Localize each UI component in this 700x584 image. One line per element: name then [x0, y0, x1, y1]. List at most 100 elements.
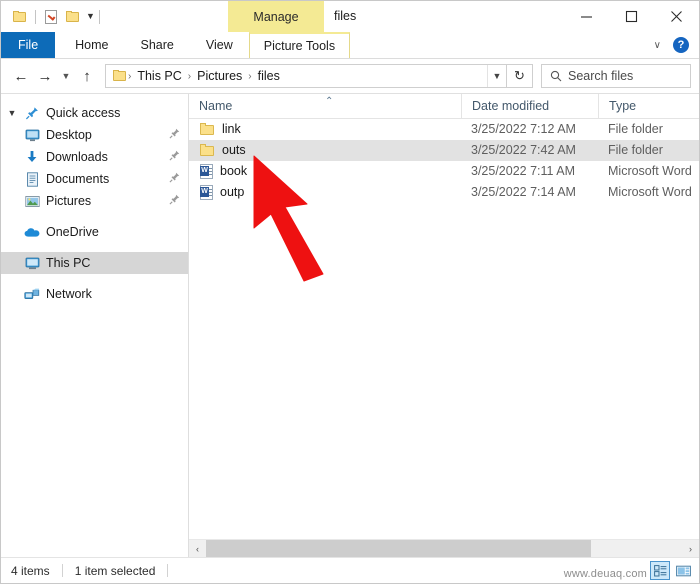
pin-icon-pictures[interactable] — [169, 194, 180, 208]
back-button[interactable]: ← — [9, 64, 33, 88]
file-date-cell: 3/25/2022 7:12 AM — [471, 122, 576, 136]
minimize-button[interactable] — [564, 1, 609, 32]
tab-home[interactable]: Home — [59, 32, 124, 58]
scroll-right-button[interactable]: › — [682, 540, 699, 557]
address-dropdown-button[interactable]: ▼ — [487, 65, 506, 87]
up-button[interactable]: ↑ — [75, 64, 99, 88]
explorer-body: ▼ Quick access Desktop Downloads Documen… — [1, 93, 699, 557]
quick-access-toolbar: ▼ — [1, 1, 104, 32]
downloads-icon — [23, 150, 41, 164]
title-bar: ▼ Manage files — [1, 1, 699, 32]
pictures-icon — [23, 195, 41, 208]
word-document-icon: W — [200, 185, 213, 200]
navigation-pane: ▼ Quick access Desktop Downloads Documen… — [1, 94, 189, 557]
tab-file[interactable]: File — [1, 32, 56, 58]
chevron-down-icon-ribbon[interactable]: ∨ — [648, 40, 667, 51]
properties-icon[interactable] — [40, 6, 62, 28]
sort-ascending-icon: ⌃ — [325, 96, 334, 107]
sidebar-item-pictures[interactable]: Pictures — [1, 190, 188, 212]
tab-file-label: File — [18, 38, 39, 52]
this-pc-icon — [23, 257, 41, 270]
sidebar-item-label-pictures: Pictures — [46, 194, 92, 208]
column-headers: Name ⌃ Date modified Type — [189, 94, 699, 119]
scrollbar-track[interactable] — [206, 540, 682, 557]
tab-picture-tools-label: Picture Tools — [263, 39, 336, 53]
table-row[interactable]: W outp 3/25/2022 7:14 AM Microsoft Word — [189, 182, 699, 203]
folder-icon — [200, 144, 215, 157]
column-header-date-modified[interactable]: Date modified — [461, 94, 598, 118]
sidebar-item-label-downloads: Downloads — [46, 150, 108, 164]
search-input[interactable]: Search files — [541, 64, 691, 88]
folder-icon — [200, 123, 215, 136]
sidebar-item-desktop[interactable]: Desktop — [1, 124, 188, 146]
file-list-pane: Name ⌃ Date modified Type link 3/25/2022… — [189, 94, 699, 557]
sidebar-item-downloads[interactable]: Downloads — [1, 146, 188, 168]
view-mode-buttons — [650, 561, 693, 580]
scroll-left-button[interactable]: ‹ — [189, 540, 206, 557]
status-divider-1 — [61, 564, 63, 577]
file-rows: link 3/25/2022 7:12 AM File folder outs … — [189, 119, 699, 539]
breadcrumb-item-files[interactable]: files — [253, 69, 285, 83]
address-bar: ← → ▼ ↑ › This PC › Pictures › files ▼ ↻… — [1, 59, 699, 93]
sidebar-item-this-pc[interactable]: This PC — [1, 252, 188, 274]
table-row[interactable]: W book 3/25/2022 7:11 AM Microsoft Word — [189, 161, 699, 182]
sidebar-item-label-desktop: Desktop — [46, 128, 92, 142]
details-view-button[interactable] — [650, 561, 670, 580]
file-name-label: link — [222, 122, 241, 136]
sidebar-item-network[interactable]: Network — [1, 283, 188, 305]
status-bar: 4 items 1 item selected www.deuaq.com — [1, 557, 699, 583]
file-name-cell: link — [189, 119, 461, 140]
sidebar-item-documents[interactable]: Documents — [1, 168, 188, 190]
breadcrumb-item-pictures[interactable]: Pictures — [192, 69, 247, 83]
status-divider-2 — [167, 564, 169, 577]
file-date-cell: 3/25/2022 7:11 AM — [471, 164, 576, 178]
tab-share-label: Share — [140, 38, 174, 52]
word-document-icon: W — [200, 164, 213, 179]
large-icons-view-button[interactable] — [673, 561, 693, 580]
sidebar-item-onedrive[interactable]: OneDrive — [1, 221, 188, 243]
breadcrumb-bar[interactable]: › This PC › Pictures › files ▼ — [105, 64, 507, 88]
recent-locations-button[interactable]: ▼ — [57, 64, 75, 88]
pin-icon-documents[interactable] — [169, 172, 180, 186]
ribbon-right-controls: ∨ ? — [648, 32, 695, 58]
search-placeholder: Search files — [568, 69, 634, 83]
chevron-down-icon-quick-access[interactable]: ▼ — [1, 108, 23, 118]
pin-icon-downloads[interactable] — [169, 150, 180, 164]
sidebar-item-label-this-pc: This PC — [46, 256, 91, 270]
sidebar-item-label-quick-access: Quick access — [46, 106, 121, 120]
sidebar-item-label-onedrive: OneDrive — [46, 225, 99, 239]
help-icon[interactable]: ? — [673, 37, 689, 53]
file-date-cell: 3/25/2022 7:42 AM — [471, 143, 576, 157]
qat-divider — [35, 9, 36, 24]
tab-view[interactable]: View — [190, 32, 249, 58]
refresh-button[interactable]: ↻ — [507, 64, 533, 88]
close-button[interactable] — [654, 1, 699, 32]
pin-icon-desktop[interactable] — [169, 128, 180, 142]
forward-button[interactable]: → — [33, 64, 57, 88]
chevron-down-icon[interactable]: ▼ — [86, 12, 95, 21]
tab-share[interactable]: Share — [125, 32, 190, 58]
sidebar-item-label-network: Network — [46, 287, 92, 301]
folder-icon[interactable] — [9, 6, 31, 28]
file-name-label: book — [220, 164, 248, 178]
horizontal-scrollbar[interactable]: ‹ › — [189, 539, 699, 557]
documents-icon — [23, 171, 41, 187]
maximize-button[interactable] — [609, 1, 654, 32]
search-icon — [550, 70, 562, 82]
column-header-name[interactable]: Name ⌃ — [189, 94, 461, 118]
tab-picture-tools[interactable]: Picture Tools — [248, 32, 351, 58]
breadcrumb-item-this-pc[interactable]: This PC — [132, 69, 186, 83]
sidebar-gap-2 — [1, 243, 188, 252]
column-header-type[interactable]: Type — [598, 94, 699, 118]
table-row[interactable]: outs 3/25/2022 7:42 AM File folder — [189, 140, 699, 161]
sidebar-item-quick-access[interactable]: ▼ Quick access — [1, 102, 188, 124]
file-date-cell: 3/25/2022 7:14 AM — [471, 185, 576, 199]
network-icon — [23, 288, 41, 301]
breadcrumb-folder-icon — [113, 70, 127, 82]
ribbon-tab-bar: File Home Share View Picture Tools ∨ ? — [1, 32, 699, 59]
table-row[interactable]: link 3/25/2022 7:12 AM File folder — [189, 119, 699, 140]
file-explorer-window: ▼ Manage files File Home Share View Pict… — [0, 0, 700, 584]
selection-count-label: 1 item selected — [74, 563, 156, 578]
new-folder-icon[interactable] — [62, 6, 84, 28]
scrollbar-thumb[interactable] — [206, 540, 591, 557]
